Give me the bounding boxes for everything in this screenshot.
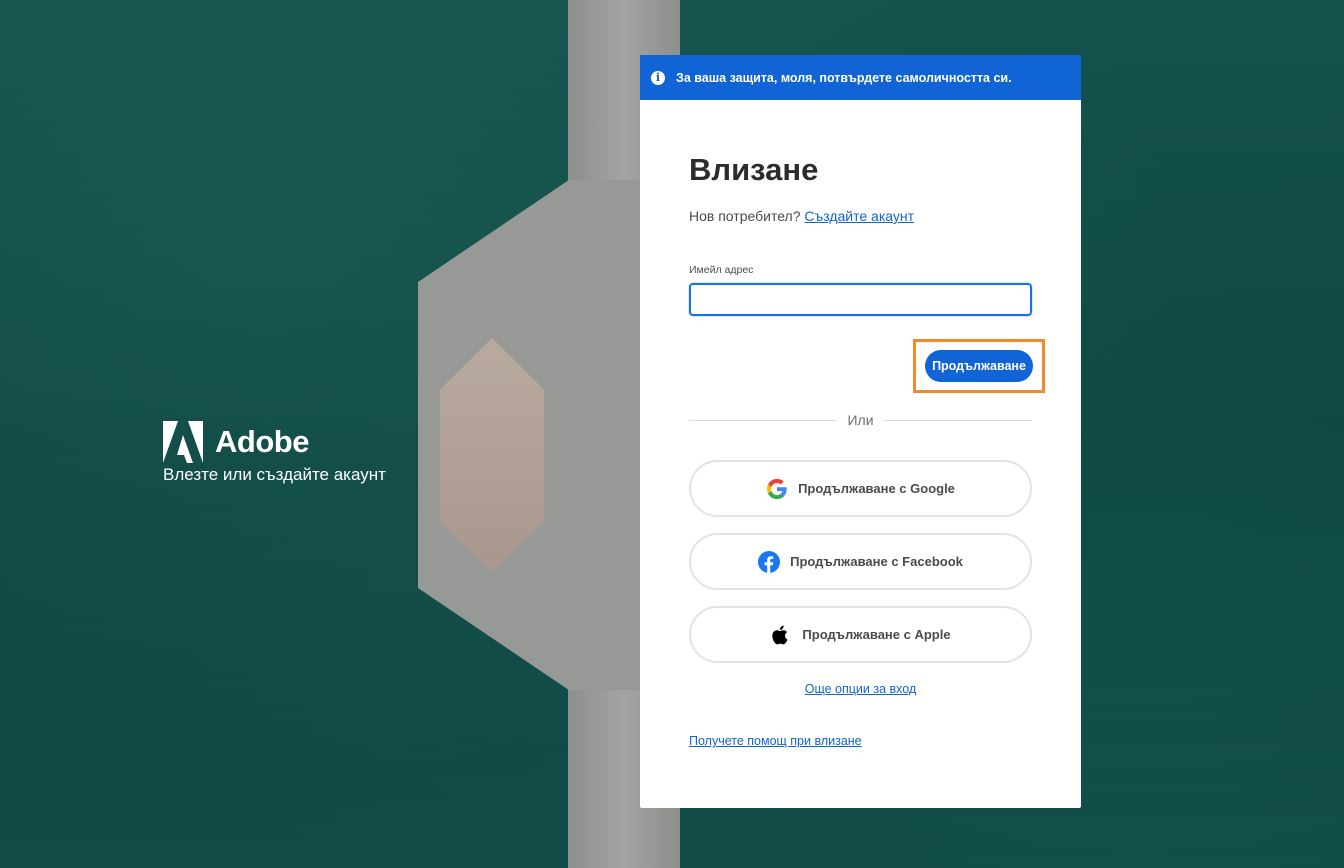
continue-button[interactable]: Продължаване [925, 350, 1033, 382]
continue-highlight: Продължаване [913, 339, 1045, 393]
help-row: Получете помощ при влизане [689, 734, 862, 748]
facebook-button-label: Продължаване с Facebook [790, 554, 963, 569]
banner-text: За ваша защита, моля, потвърдете самолич… [676, 70, 1012, 85]
divider-line [689, 419, 838, 421]
facebook-icon [758, 550, 781, 573]
google-button-label: Продължаване с Google [798, 481, 955, 496]
adobe-logo [163, 421, 203, 463]
email-field[interactable] [689, 283, 1032, 316]
brand-tagline: Влезте или създайте акаунт [163, 465, 386, 484]
apple-icon [772, 625, 788, 644]
apple-button-label: Продължаване с Apple [802, 627, 951, 642]
new-user-row: Нов потребител? Създайте акаунт [689, 208, 1032, 224]
help-link[interactable]: Получете помощ при влизане [689, 734, 862, 748]
more-options-link[interactable]: Още опции за вход [805, 682, 917, 696]
google-icon [766, 478, 787, 499]
continue-apple-button[interactable]: Продължаване с Apple [689, 606, 1032, 663]
continue-facebook-button[interactable]: Продължаване с Facebook [689, 533, 1032, 590]
security-banner: i За ваша защита, моля, потвърдете самол… [640, 55, 1081, 100]
more-options-row: Още опции за вход [640, 682, 1081, 696]
page-title: Влизане [689, 152, 819, 187]
divider: Или [689, 410, 1032, 430]
signin-card: i За ваша защита, моля, потвърдете самол… [640, 55, 1081, 808]
email-label: Имейл адрес [689, 264, 754, 276]
brand-name: Adobe [215, 424, 309, 459]
new-user-text: Нов потребител? [689, 208, 801, 224]
divider-line [883, 419, 1032, 421]
info-icon: i [651, 70, 665, 85]
continue-google-button[interactable]: Продължаване с Google [689, 460, 1032, 517]
brand-block: Adobe Влезте или създайте акаунт [163, 421, 386, 485]
divider-text: Или [847, 412, 874, 428]
create-account-link[interactable]: Създайте акаунт [804, 208, 914, 224]
